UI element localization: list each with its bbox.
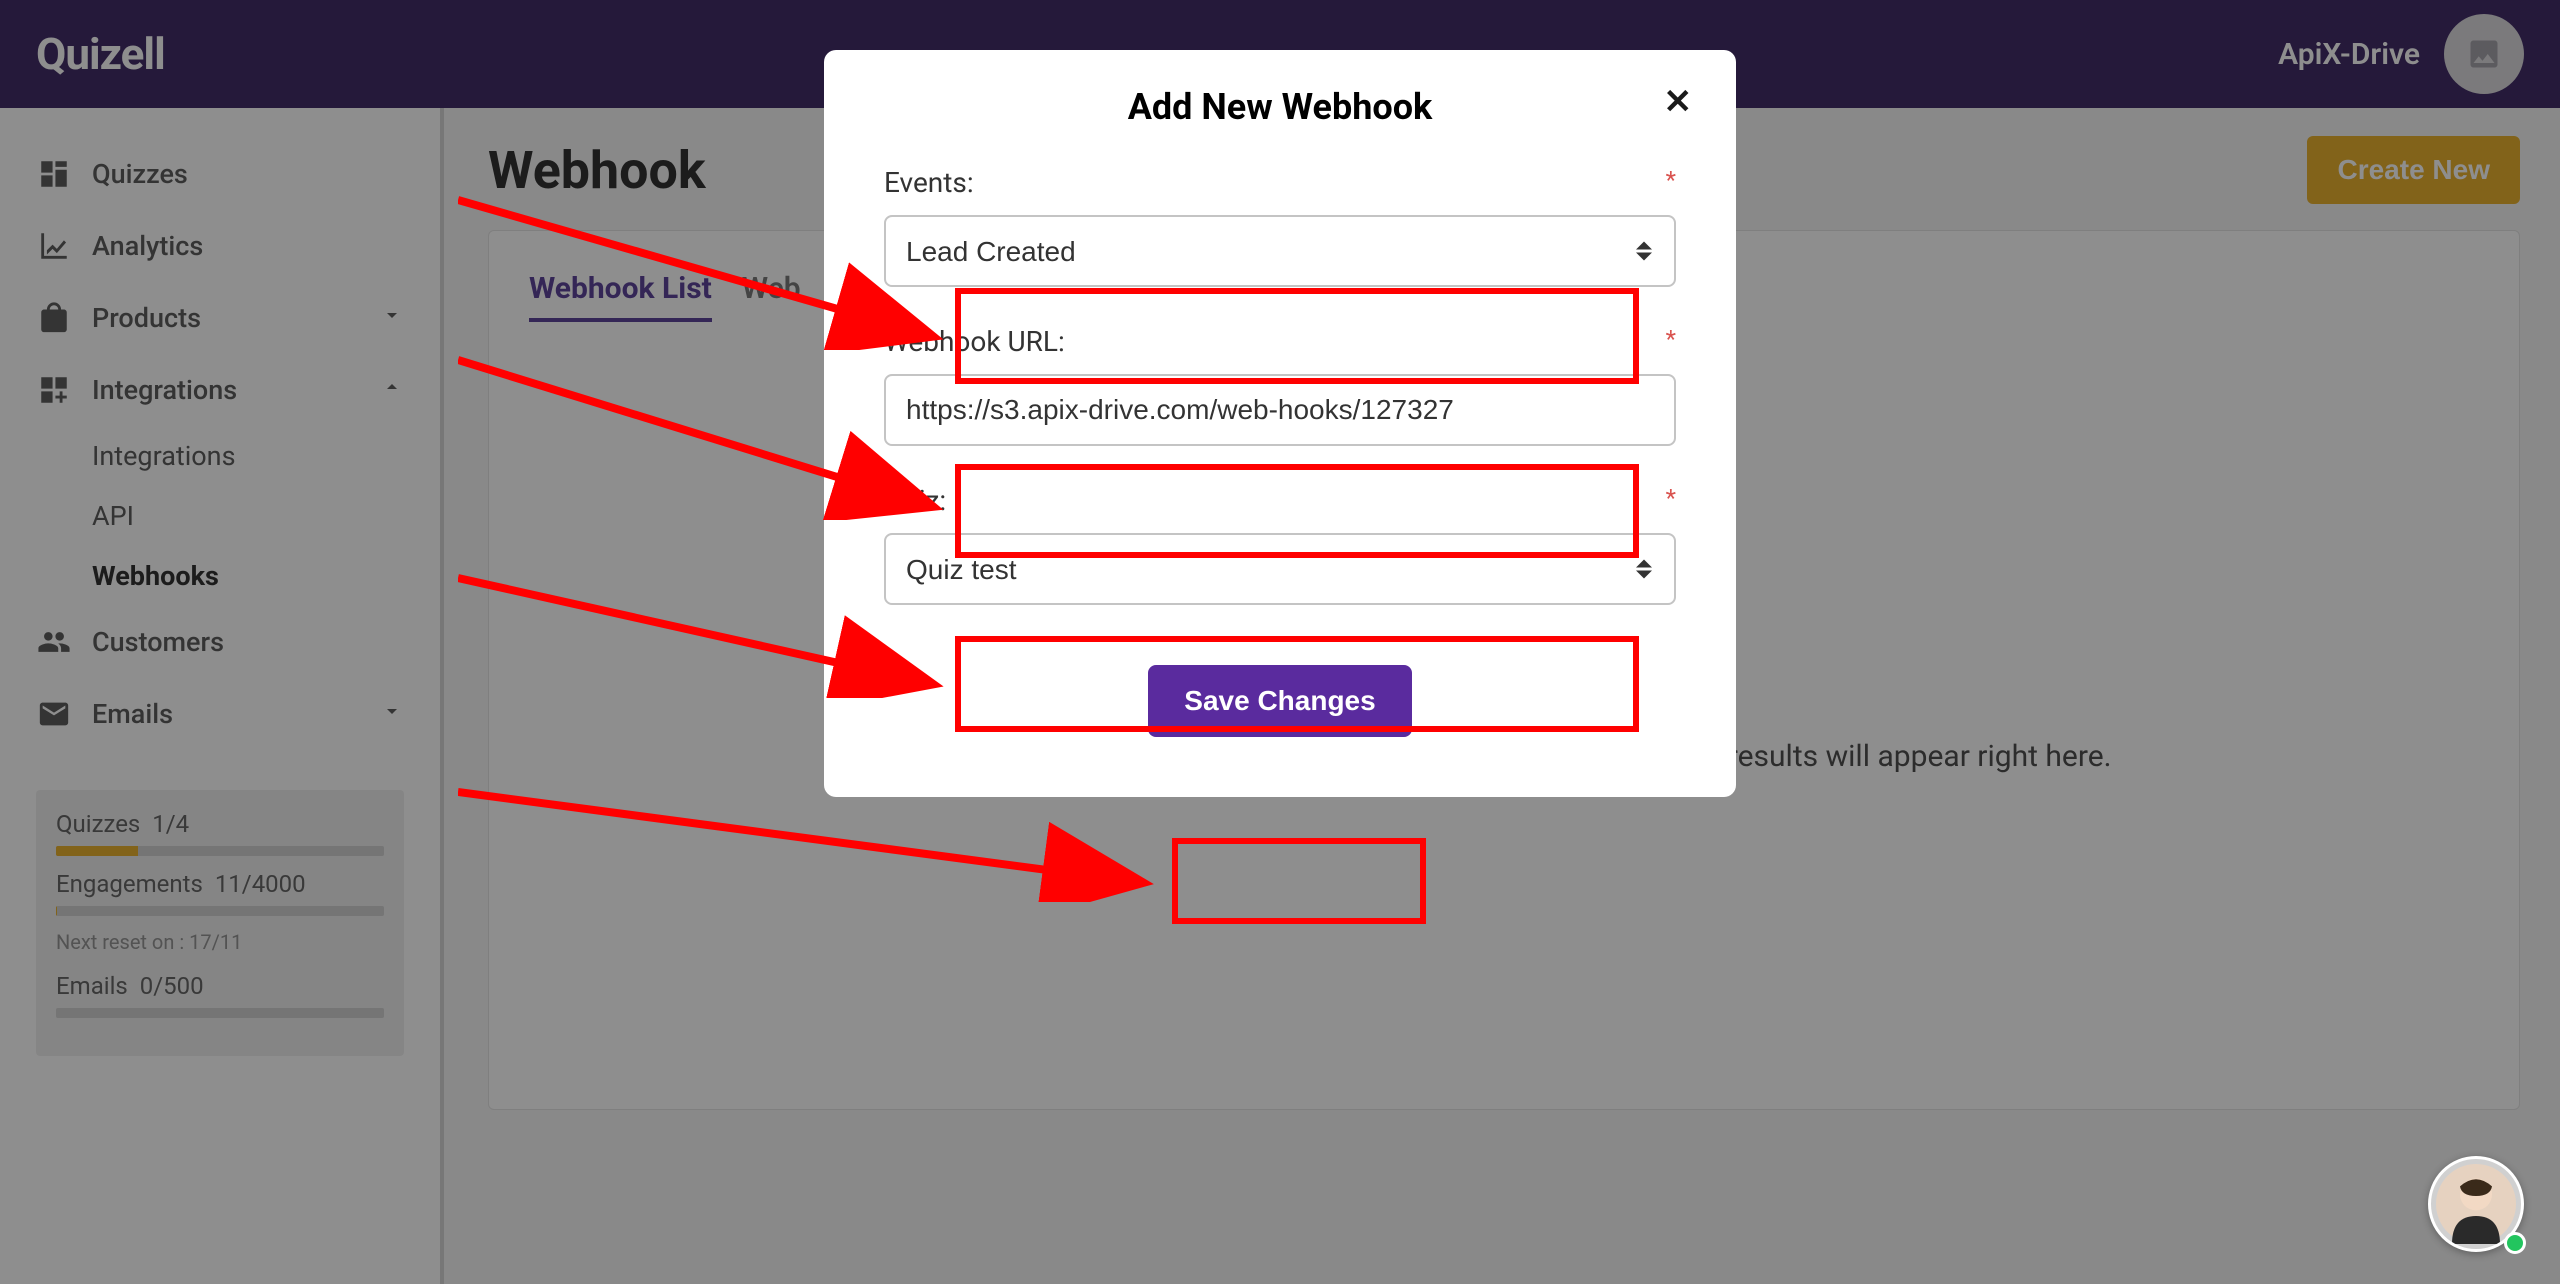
label-text: Webhook URL: (884, 325, 1065, 358)
required-star: * (1666, 484, 1676, 512)
form-group-webhook-url: Webhook URL: * (884, 325, 1676, 446)
required-star: * (1666, 325, 1676, 353)
add-webhook-modal: Add New Webhook ✕ Events: * Lead Created… (824, 50, 1736, 797)
person-icon (2436, 1164, 2516, 1244)
quiz-select[interactable]: Quiz test (884, 533, 1676, 605)
events-label: Events: * (884, 166, 1676, 199)
quiz-label: Quiz: * (884, 484, 1676, 517)
form-group-quiz: Quiz: * Quiz test (884, 484, 1676, 605)
label-text: Events: (884, 166, 974, 199)
events-select[interactable]: Lead Created (884, 215, 1676, 287)
webhook-url-label: Webhook URL: * (884, 325, 1676, 358)
webhook-url-input[interactable] (884, 374, 1676, 446)
modal-title: Add New Webhook (884, 86, 1676, 128)
close-icon[interactable]: ✕ (1664, 82, 1693, 122)
status-online-dot (2504, 1232, 2526, 1254)
label-text: Quiz: (884, 484, 946, 517)
required-star: * (1666, 166, 1676, 194)
form-group-events: Events: * Lead Created (884, 166, 1676, 287)
save-changes-button[interactable]: Save Changes (1148, 665, 1411, 737)
